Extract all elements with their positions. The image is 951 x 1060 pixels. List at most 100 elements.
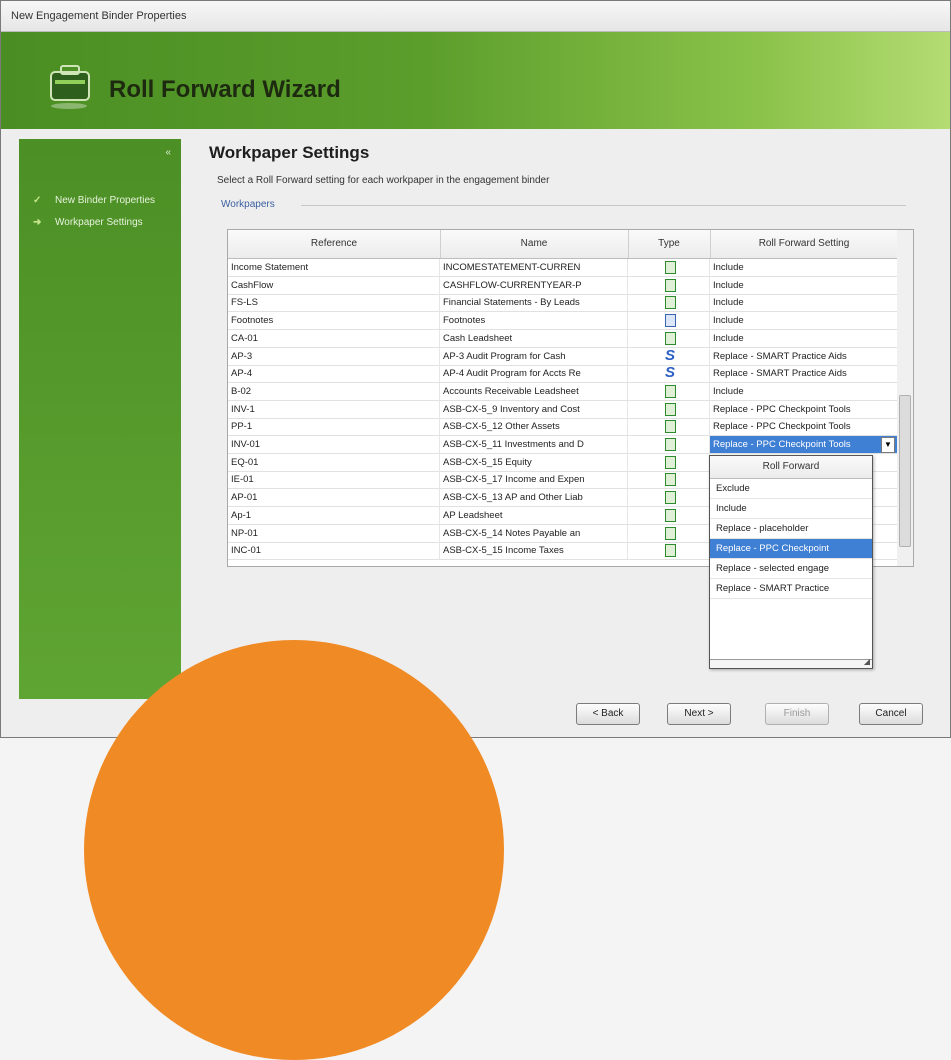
table-row[interactable]: AP-4 AP-4 Audit Program for Accts Re S Repl…: [228, 365, 898, 384]
roll-forward-setting-cell[interactable]: Replace - PPC Checkpoint Tools ▼: [710, 436, 898, 453]
reference-cell: B-02: [228, 382, 440, 400]
dropdown-option[interactable]: Exclude: [710, 479, 872, 499]
next-button[interactable]: Next >: [667, 703, 731, 725]
roll-forward-dropdown[interactable]: Roll Forward Exclude Include Replace - pla…: [709, 455, 873, 669]
name-cell: Footnotes: [440, 312, 628, 330]
roll-forward-setting-cell[interactable]: Include: [710, 312, 898, 330]
dropdown-option[interactable]: Replace - placeholder: [710, 519, 872, 539]
name-cell: ASB-CX-5_11 Investments and D: [440, 436, 628, 453]
document-icon: [664, 278, 676, 292]
smart-practice-icon: S: [665, 347, 676, 364]
name-cell: Financial Statements - By Leads: [440, 294, 628, 312]
table-row[interactable]: AP-3 AP-3 Audit Program for Cash S Replace …: [228, 347, 898, 366]
table-row[interactable]: INV-1 ASB-CX-5_9 Inventory and Cost Replac…: [228, 400, 898, 419]
name-cell: ASB-CX-5_15 Equity: [440, 453, 628, 471]
name-cell: Cash Leadsheet: [440, 329, 628, 347]
dropdown-option[interactable]: Include: [710, 499, 872, 519]
column-header-setting[interactable]: Roll Forward Setting: [710, 230, 898, 258]
reference-cell: INC-01: [228, 542, 440, 560]
document-icon: [664, 438, 676, 451]
document-icon: [664, 261, 676, 274]
table-row[interactable]: CA-01 Cash Leadsheet Include: [228, 329, 898, 348]
table-row[interactable]: INV-01 ASB-CX-5_11 Investments and D Repla…: [228, 436, 898, 454]
document-icon: [664, 455, 676, 469]
reference-cell: FS-LS: [228, 294, 440, 312]
table-row[interactable]: PP-1 ASB-CX-5_12 Other Assets Replace - PP…: [228, 418, 898, 437]
sidebar-item-workpaper-settings[interactable]: ➜ Workpaper Settings: [33, 217, 143, 228]
column-header-type[interactable]: Type: [628, 230, 711, 258]
document-icon: [664, 314, 676, 328]
sidebar-item-label: New Binder Properties: [55, 195, 156, 206]
table-row[interactable]: Income Statement INCOMESTATEMENT-CURREN In…: [228, 259, 898, 277]
document-icon: [664, 544, 676, 558]
roll-forward-setting-cell[interactable]: Replace - SMART Practice Aids: [710, 347, 898, 365]
dropdown-option[interactable]: Replace - PPC Checkpoint: [710, 539, 872, 559]
roll-forward-setting-cell[interactable]: Include: [710, 382, 898, 400]
table-row[interactable]: FS-LS Financial Statements - By Leads Incl…: [228, 294, 898, 313]
name-cell: ASB-CX-5_12 Other Assets: [440, 418, 628, 436]
collapse-icon[interactable]: «: [165, 147, 171, 158]
title-bar: New Engagement Binder Properties: [1, 1, 950, 32]
scrollbar-thumb[interactable]: [899, 395, 911, 547]
type-cell: [628, 524, 710, 542]
roll-forward-setting-cell[interactable]: Include: [710, 329, 898, 347]
window-title: New Engagement Binder Properties: [11, 10, 187, 22]
type-cell: [628, 400, 710, 418]
dropdown-arrow-icon[interactable]: ▼: [881, 437, 895, 453]
roll-forward-setting-cell[interactable]: Replace - PPC Checkpoint Tools: [710, 400, 898, 418]
reference-cell: CashFlow: [228, 276, 440, 294]
reference-cell: AP-4: [228, 365, 440, 383]
type-cell: [628, 453, 710, 471]
type-cell: [628, 329, 710, 347]
document-icon: [664, 491, 676, 505]
roll-forward-setting-cell[interactable]: Replace - PPC Checkpoint Tools: [710, 418, 898, 436]
name-cell: ASB-CX-5_13 AP and Other Liab: [440, 489, 628, 507]
roll-forward-setting-cell[interactable]: Include: [710, 294, 898, 312]
document-icon: [664, 526, 676, 540]
dropdown-option[interactable]: Replace - SMART Practice: [710, 579, 872, 599]
type-cell: [628, 436, 710, 453]
table-row[interactable]: Footnotes Footnotes Include: [228, 312, 898, 331]
document-icon: [664, 296, 676, 310]
smart-practice-icon: S: [665, 365, 676, 382]
type-cell: S: [628, 365, 710, 383]
sidebar-item-label: Workpaper Settings: [55, 217, 143, 228]
back-button[interactable]: < Back: [576, 703, 640, 725]
grid-scrollbar[interactable]: [897, 229, 914, 567]
roll-forward-setting-cell[interactable]: Include: [710, 276, 898, 294]
document-icon: [664, 402, 676, 416]
dropdown-footer: [710, 659, 872, 668]
wizard-window: New Engagement Binder Properties Roll Fo…: [0, 0, 951, 738]
sidebar-item-new-binder-properties[interactable]: ✓ New Binder Properties: [33, 195, 155, 206]
cancel-button[interactable]: Cancel: [859, 703, 923, 725]
wizard-sidebar: « ✓ New Binder Properties ➜ Workpaper Sett…: [19, 139, 181, 699]
name-cell: AP Leadsheet: [440, 506, 628, 524]
roll-forward-setting-cell[interactable]: Replace - SMART Practice Aids: [710, 365, 898, 383]
table-row[interactable]: B-02 Accounts Receivable Leadsheet Include: [228, 382, 898, 401]
roll-forward-setting-cell[interactable]: Include: [710, 259, 898, 276]
type-cell: [628, 418, 710, 436]
instructions-text: Select a Roll Forward setting for each w…: [217, 175, 550, 186]
type-cell: [628, 471, 710, 489]
type-cell: S: [628, 347, 710, 365]
section-label-workpapers: Workpapers: [221, 199, 275, 210]
name-cell: ASB-CX-5_15 Income Taxes: [440, 542, 628, 560]
wizard-banner: Roll Forward Wizard: [1, 32, 950, 129]
document-icon: [664, 384, 676, 398]
column-header-name[interactable]: Name: [440, 230, 629, 258]
type-cell: [628, 312, 710, 330]
reference-cell: IE-01: [228, 471, 440, 489]
name-cell: ASB-CX-5_9 Inventory and Cost: [440, 400, 628, 418]
document-icon: [664, 331, 676, 345]
column-header-reference[interactable]: Reference: [228, 230, 441, 258]
finish-button[interactable]: Finish: [765, 703, 829, 725]
dropdown-option[interactable]: Replace - selected engage: [710, 559, 872, 579]
resize-grip-icon[interactable]: ◢: [864, 657, 870, 666]
reference-cell: Ap-1: [228, 506, 440, 524]
name-cell: INCOMESTATEMENT-CURREN: [440, 259, 628, 276]
check-icon: ✓: [33, 195, 42, 206]
name-cell: Accounts Receivable Leadsheet: [440, 382, 628, 400]
reference-cell: INV-01: [228, 436, 440, 453]
table-row[interactable]: CashFlow CASHFLOW-CURRENTYEAR-P Include: [228, 276, 898, 295]
reference-cell: INV-1: [228, 400, 440, 418]
